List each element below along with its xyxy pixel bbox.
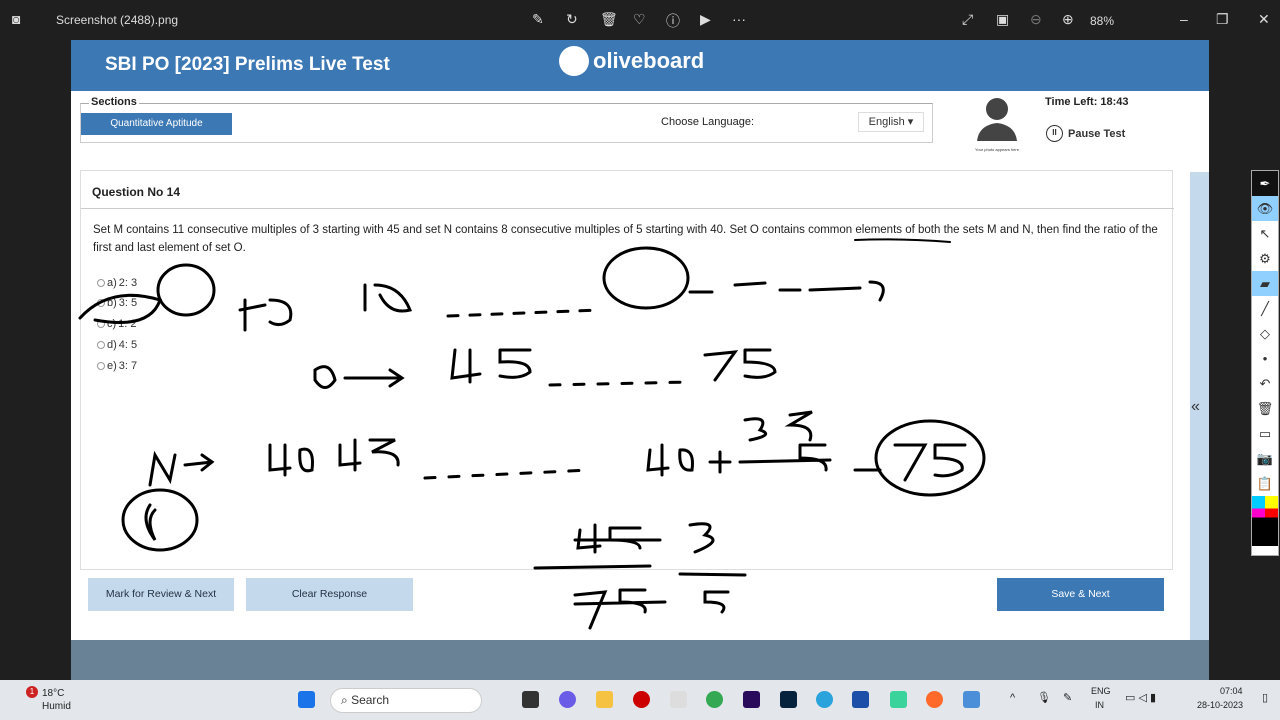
lang-indicator[interactable]: ENG [1091,686,1111,696]
firefox-icon[interactable] [926,691,943,708]
page-footer [71,640,1209,680]
info-icon[interactable]: ⓘ [666,11,680,31]
premiere-icon[interactable] [743,691,760,708]
mark-review-next-button[interactable]: Mark for Review & Next [88,578,234,611]
trash-icon[interactable]: 🗑 [1252,396,1278,421]
weather-icon[interactable]: 1 [16,686,38,710]
tray-chevron-icon[interactable]: ^ [1010,692,1015,704]
language-label: Choose Language: [661,116,754,128]
sections-box: Sections Quantitative Aptitude Choose La… [80,96,933,143]
pen-icon[interactable]: ✒ [1252,171,1278,196]
candidate-photo: Your photo appears here [969,95,1025,152]
fit-icon[interactable]: ▣ [996,11,1009,28]
pen-toolbar: ✒ 👁 ↖ ⚙ ▰ ╱ ◇ • ↶ 🗑 ▭ 📷 📋 [1251,170,1279,556]
start-icon[interactable] [298,691,315,708]
photos-icon[interactable] [963,691,980,708]
pointer-icon[interactable]: ↖ [1252,221,1278,246]
exam-header: SBI PO [2023] Prelims Live Test oliveboa… [71,40,1209,91]
sections-legend: Sections [89,96,139,108]
clipboard-icon[interactable]: 📋 [1252,471,1278,496]
undo-icon[interactable]: ↶ [1252,371,1278,396]
zoom-in-icon[interactable]: ⊕ [1062,11,1074,28]
collapse-panel-icon[interactable]: « [1191,398,1200,416]
clock-time[interactable]: 07:04 [1220,686,1243,696]
language-select[interactable]: English ▾ [858,112,924,132]
expand-icon[interactable]: ⤢ [962,11,973,28]
eye-icon[interactable]: 👁 [1252,196,1278,221]
exam-title: SBI PO [2023] Prelims Live Test [105,54,390,75]
app-icon: ◙ [12,11,21,27]
filename: Screenshot (2488).png [56,13,179,27]
zoom-level: 88% [1090,14,1115,28]
option-b[interactable]: b) 3: 5 [97,297,137,309]
settings-icon[interactable]: ⚙ [1252,246,1278,271]
option-d[interactable]: d) 4: 5 [97,339,137,351]
whiteboard-icon[interactable] [852,691,869,708]
chrome-icon[interactable] [706,691,723,708]
eraser-icon[interactable]: ◇ [1252,321,1278,346]
slideshow-icon[interactable]: ▶ [700,11,711,28]
weather-temp: 18°C [42,688,65,699]
telegram-icon[interactable] [816,691,833,708]
close-icon[interactable]: ✕ [1258,11,1270,28]
section-tab-quant[interactable]: Quantitative Aptitude [81,113,232,135]
recorder-icon[interactable] [633,691,650,708]
notification-icon[interactable]: ▯ [1262,691,1268,704]
edit-icon[interactable]: ✎ [532,11,544,28]
explorer-icon[interactable] [596,691,613,708]
pen-tray-icon[interactable]: ✎ [1063,691,1072,704]
pause-icon: II [1046,125,1063,142]
time-left: Time Left: 18:43 [1045,96,1129,108]
snipping-icon[interactable] [670,691,687,708]
clear-response-button[interactable]: Clear Response [246,578,413,611]
zoom-out-icon[interactable]: ⊖ [1030,11,1042,28]
clock-date[interactable]: 28-10-2023 [1197,700,1243,710]
color-palette-icon[interactable] [1252,496,1278,546]
option-e[interactable]: e) 3: 7 [97,360,137,372]
line-icon[interactable]: ╱ [1252,296,1278,321]
question-panel: Question No 14 Set M contains 11 consecu… [80,170,1174,570]
minimize-icon[interactable]: – [1180,11,1188,27]
board-icon[interactable]: ▭ [1252,421,1278,446]
app-icon-green[interactable] [890,691,907,708]
camera-icon[interactable]: 📷 [1252,446,1278,471]
heart-icon[interactable]: ♡ [633,11,646,28]
network-icon[interactable]: ▭ ◁ ▮ [1125,691,1156,704]
more-icon[interactable]: ··· [732,11,746,27]
taskbar-search[interactable]: ⌕ Search [330,688,482,713]
weather-desc: Humid [42,701,71,712]
question-number: Question No 14 [92,185,181,199]
taskview-icon[interactable] [522,691,539,708]
question-text: Set M contains 11 consecutive multiples … [93,224,1158,254]
viewer-titlebar: ◙ Screenshot (2488).png ✎ ↻ 🗑 ♡ ⓘ ▶ ··· … [0,0,1280,40]
exam-page: SBI PO [2023] Prelims Live Test oliveboa… [71,40,1209,680]
teams-icon[interactable] [559,691,576,708]
restore-icon[interactable]: ❐ [1216,11,1229,28]
option-c[interactable]: c) 1: 2 [97,318,137,330]
photoshop-icon[interactable] [780,691,797,708]
oliveboard-logo: oliveboard [559,46,704,76]
mic-icon[interactable]: 🎙 [1037,691,1051,704]
rotate-icon[interactable]: ↻ [566,11,578,28]
dot-icon[interactable]: • [1252,346,1278,371]
windows-taskbar: 1 18°C Humid ⌕ Search ^ 🎙 ✎ ENG IN ▭ ◁ ▮… [0,680,1280,720]
delete-icon[interactable]: 🗑 [600,11,618,28]
highlighter-icon[interactable]: ▰ [1252,271,1278,296]
save-next-button[interactable]: Save & Next [997,578,1164,611]
option-a[interactable]: a) 2: 3 [97,277,137,289]
pause-test-button[interactable]: II Pause Test [1046,125,1125,142]
